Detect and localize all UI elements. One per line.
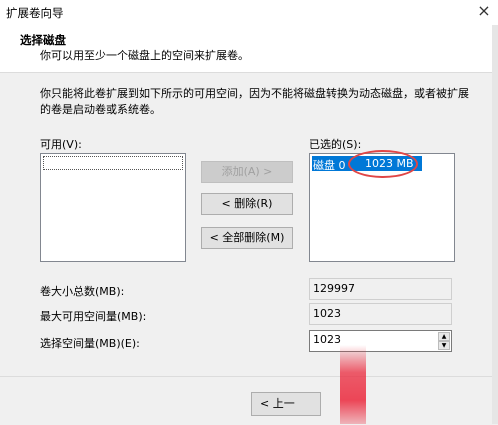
available-label: 可用(V): — [40, 138, 82, 151]
spin-down-icon[interactable]: ▼ — [438, 341, 450, 350]
close-icon[interactable]: × — [472, 0, 496, 24]
title-bar: 扩展卷向导 × — [0, 0, 498, 25]
remove-button[interactable]: < 删除(R) — [201, 193, 293, 215]
disk-name: 磁盘 0 — [313, 159, 346, 172]
wizard-footer — [0, 376, 498, 425]
max-space-label: 最大可用空间量(MB): — [40, 310, 147, 323]
window-edge — [492, 25, 498, 424]
spin-up-icon[interactable]: ▲ — [438, 332, 450, 341]
intro-text: 你只能将此卷扩展到如下所示的可用空间，因为不能将磁盘转换为动态磁盘，或者被扩展的… — [40, 87, 469, 116]
total-size-field: 129997 — [309, 278, 452, 300]
wizard-header: 选择磁盘 你可以用至少一个磁盘上的空间来扩展卷。 — [0, 25, 498, 73]
page-title: 选择磁盘 — [20, 33, 66, 47]
max-space-field: 1023 — [309, 303, 452, 325]
focus-rect — [43, 156, 183, 170]
remove-all-button[interactable]: < 全部删除(M) — [201, 227, 293, 249]
selected-label: 已选的(S): — [309, 138, 362, 151]
select-space-label: 选择空间量(MB)(E): — [40, 337, 140, 350]
back-button[interactable]: < 上一 — [251, 392, 321, 416]
disk-size: 1023 MB — [365, 157, 414, 170]
page-subtitle: 你可以用至少一个磁盘上的空间来扩展卷。 — [40, 49, 249, 62]
total-size-label: 卷大小总数(MB): — [40, 285, 125, 298]
available-listbox[interactable] — [40, 153, 186, 262]
space-amount-value: 1023 — [313, 333, 341, 346]
space-amount-stepper[interactable]: 1023 ▲ ▼ — [309, 330, 452, 352]
add-button[interactable]: 添加(A) > — [201, 161, 293, 183]
selected-listbox[interactable]: 磁盘 0 1023 MB — [309, 153, 455, 262]
window-title: 扩展卷向导 — [6, 6, 64, 20]
list-item[interactable]: 磁盘 0 1023 MB — [312, 156, 422, 172]
